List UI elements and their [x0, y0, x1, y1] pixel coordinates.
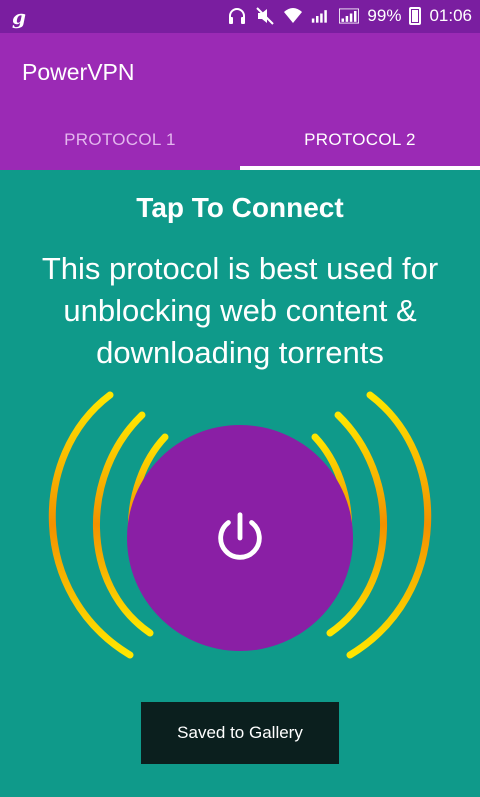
mute-icon [256, 7, 275, 25]
battery-icon [409, 7, 422, 25]
wave-right-outer [346, 391, 432, 659]
power-icon [218, 512, 262, 560]
status-icons: 99% 01:06 [227, 6, 472, 26]
status-time: 01:06 [429, 6, 472, 25]
battery-percent: 99% [367, 6, 402, 25]
protocol-description: This protocol is best used for unblockin… [41, 251, 439, 370]
headset-icon [229, 8, 246, 24]
connect-power-button[interactable] [127, 425, 353, 651]
tab-bar: PROTOCOL 1 PROTOCOL 2 [0, 125, 480, 170]
connect-headline: Tap To Connect [136, 192, 344, 223]
app-title: PowerVPN [22, 59, 135, 85]
wifi-icon [284, 8, 303, 23]
app-bar: PowerVPN PROTOCOL 1 PROTOCOL 2 [0, 33, 480, 170]
status-bar: g 99% 01:06 [0, 0, 480, 33]
signal-2g-icon [339, 8, 360, 24]
signal-4g-icon [312, 10, 328, 23]
toast-message: Saved to Gallery [141, 702, 339, 764]
tab-protocol-1[interactable]: PROTOCOL 1 [0, 125, 240, 170]
wave-left-outer [48, 391, 134, 659]
main-content: Tap To Connect This protocol is best use… [0, 170, 480, 797]
connect-area [0, 385, 480, 675]
app-notification-icon: g [12, 5, 26, 29]
tab-protocol-2[interactable]: PROTOCOL 2 [240, 125, 480, 170]
